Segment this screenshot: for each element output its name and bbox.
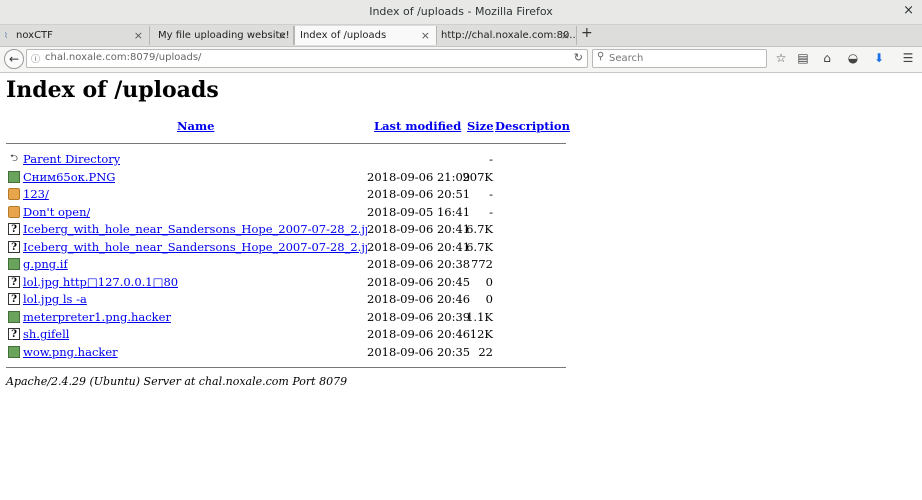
list-item: 123/ 2018-09-06 20:51 - [6,187,566,204]
tab-close-icon[interactable]: × [134,29,143,42]
unknown-file-icon: ? [8,293,20,305]
bookmark-star-icon[interactable]: ☆ [773,51,789,65]
entry-size: 6.7K [466,222,493,236]
bookmarks-library-icon[interactable]: ▤ [795,51,811,65]
tab-close-icon[interactable]: × [561,29,570,42]
unknown-file-icon: ? [8,223,20,235]
entry-size: - [489,152,493,166]
list-item: Don't open/ 2018-09-05 16:41 - [6,205,566,222]
navigation-toolbar: ← ⓘ chal.noxale.com:8079/uploads/ ↻ ⚲ ☆ … [0,47,922,73]
entry-link[interactable]: lol.jpg ls -a [23,292,87,306]
entry-link[interactable]: meterpreter1.png.hacker [23,310,171,324]
tab-strip: ⌇ noxCTF × My file uploading website! × … [0,25,922,47]
tab-index-uploads[interactable]: Index of /uploads × [294,26,437,45]
list-item: ? lol.jpg ls -a 2018-09-06 20:46 0 [6,292,566,309]
window-title: Index of /uploads - Mozilla Firefox [369,5,553,18]
url-text[interactable]: chal.noxale.com:8079/uploads/ [45,52,201,63]
entry-size: 6.7K [466,239,493,254]
pocket-icon[interactable]: ◒ [845,51,861,65]
tab-label: My file uploading website! [158,30,290,41]
site-info-icon[interactable]: ⓘ [31,52,40,65]
tab-file-uploading[interactable]: My file uploading website! × [150,26,294,45]
entry-link[interactable]: 123/ [23,187,49,201]
list-item: ⮌ Parent Directory - [6,152,566,169]
entry-size: 207K [462,169,493,184]
menu-icon[interactable]: ☰ [900,51,916,65]
entry-size: 22 [478,344,493,359]
entry-link[interactable]: lol.jpg http□127.0.0.1□80 [23,275,178,289]
entry-link[interactable]: sh.gifell [23,327,69,341]
page-title: Index of /uploads [6,77,219,103]
image-icon [8,258,20,270]
column-name-link[interactable]: Name [177,119,214,133]
entry-size: - [489,204,493,219]
list-item: ? sh.gifell 2018-09-06 20:46 12K [6,327,566,344]
unknown-file-icon: ? [8,328,20,340]
entry-link[interactable]: Iceberg_with_hole_near_Sandersons_Hope_2… [23,222,367,236]
tab-label: http://chal.noxale.com:80... [441,30,577,41]
folder-icon [8,188,20,200]
new-tab-button[interactable]: + [581,25,593,41]
tab-label: Index of /uploads [300,30,387,41]
folder-icon [8,205,20,218]
entry-link[interactable]: Parent Directory [23,152,120,166]
entry-size: 1.1K [466,309,493,324]
list-item: g.png.if 2018-09-06 20:38 772 [6,257,566,274]
downloads-icon[interactable]: ⬇ [871,51,887,65]
footer-divider [6,367,566,368]
back-icon: ⮌ [9,153,18,164]
entry-link[interactable]: wow.png.hacker [23,345,118,359]
tab-favicon-icon: ⌇ [4,31,8,40]
list-item: meterpreter1.png.hacker 2018-09-06 20:39… [6,310,566,327]
reload-icon[interactable]: ↻ [574,51,583,64]
entry-link[interactable]: Iceberg_with_hole_near_Sandersons_Hope_2… [23,240,367,254]
list-item: Сним65ок.PNG 2018-09-06 21:09 207K [6,170,566,187]
home-icon[interactable]: ⌂ [819,51,835,65]
entry-link[interactable]: Don't open/ [23,205,90,219]
tab-close-icon[interactable]: × [421,29,430,42]
entry-size: 0 [485,292,493,306]
window-titlebar: Index of /uploads - Mozilla Firefox × [0,0,922,25]
column-last-modified-link[interactable]: Last modified [374,119,461,133]
tab-noxctf[interactable]: ⌇ noxCTF × [0,26,150,45]
list-item: wow.png.hacker 2018-09-06 20:35 22 [6,345,566,362]
image-icon [8,345,20,358]
window-close-button[interactable]: × [903,3,914,18]
header-divider [6,143,566,144]
tab-label: noxCTF [16,30,53,41]
entry-size: - [489,187,493,201]
unknown-file-icon: ? [8,275,20,288]
search-bar[interactable]: ⚲ [592,49,767,68]
image-icon [8,170,20,183]
column-size-link[interactable]: Size [467,119,494,133]
list-item: ? Iceberg_with_hole_near_Sandersons_Hope… [6,240,566,257]
back-button[interactable]: ← [4,49,24,69]
column-description-link[interactable]: Description [495,119,570,133]
unknown-file-icon: ? [8,240,20,253]
list-item: ? Iceberg_with_hole_near_Sandersons_Hope… [6,222,566,239]
page-content: Index of /uploads Name Last modified Siz… [0,73,922,500]
entry-size: 12K [469,327,493,341]
url-bar[interactable]: ⓘ chal.noxale.com:8079/uploads/ ↻ [26,49,588,68]
search-input[interactable] [609,51,759,65]
image-icon [8,310,20,323]
entry-size: 772 [471,257,493,271]
entry-size: 0 [485,274,493,289]
entry-link[interactable]: Сним65ок.PNG [23,170,115,184]
tab-chal-url[interactable]: http://chal.noxale.com:80... × [437,26,577,45]
entry-link[interactable]: g.png.if [23,257,68,271]
list-item: ? lol.jpg http□127.0.0.1□80 2018-09-06 2… [6,275,566,292]
tab-close-icon[interactable]: × [278,29,287,42]
server-signature: Apache/2.4.29 (Ubuntu) Server at chal.no… [6,375,348,388]
search-icon: ⚲ [597,51,605,62]
